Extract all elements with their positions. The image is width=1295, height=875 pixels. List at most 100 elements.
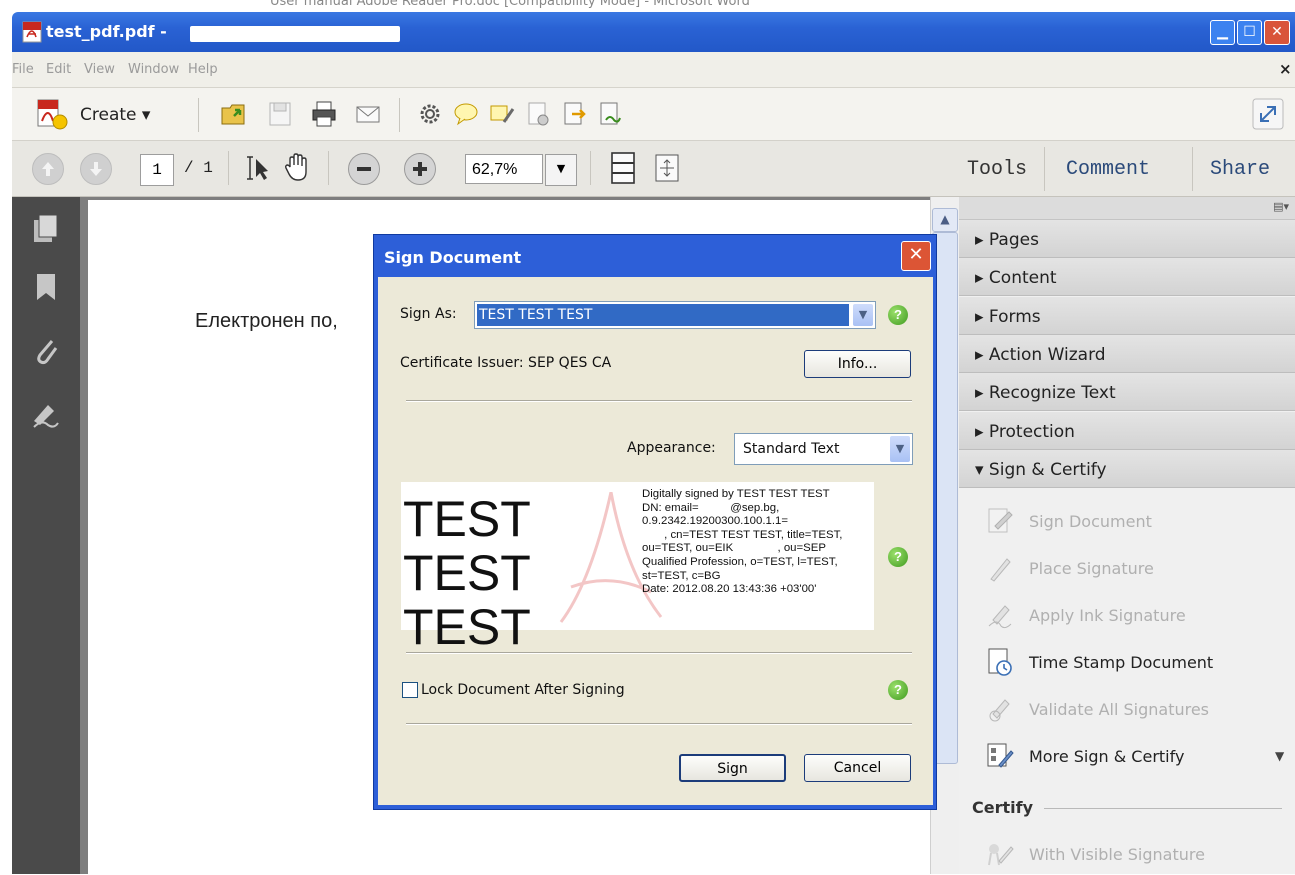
panel-label: ▸ Content	[975, 268, 1057, 288]
tool-time-stamp-document[interactable]: Time Stamp Document	[985, 643, 1285, 683]
toolbar-separator	[399, 98, 400, 132]
panel-sign-certify[interactable]: ▾ Sign & Certify	[959, 450, 1295, 488]
select-tool-icon[interactable]	[244, 153, 274, 183]
panel-label: ▸ Protection	[975, 422, 1075, 442]
adobe-pdf-icon	[22, 21, 42, 43]
chevron-down-icon[interactable]: ▼	[853, 304, 873, 326]
tool-label: Sign Document	[1029, 512, 1152, 531]
certificate-issuer: Certificate Issuer: SEP QES CA	[400, 355, 612, 371]
signature-preview: TEST TEST TEST Digitally signed by TEST …	[401, 482, 874, 654]
next-page-icon[interactable]	[80, 153, 112, 185]
dialog-title: Sign Document	[384, 248, 522, 267]
sign-as-value: TEST TEST TEST	[479, 307, 593, 323]
zoom-dropdown-icon[interactable]: ▼	[545, 154, 577, 186]
sign-icon[interactable]	[596, 100, 624, 128]
highlight-text-icon[interactable]	[488, 100, 516, 128]
panel-label: ▸ Action Wizard	[975, 345, 1106, 365]
appearance-select[interactable]: Standard Text ▼	[734, 433, 913, 465]
ink-pen-icon	[988, 605, 1012, 629]
dialog-divider	[406, 723, 912, 725]
panel-action-wizard[interactable]: ▸ Action Wizard	[959, 335, 1295, 373]
fit-page-icon[interactable]	[608, 151, 638, 185]
sign-button[interactable]: Sign	[679, 754, 786, 782]
zoom-level-input[interactable]: 62,7%	[465, 154, 543, 184]
page-number-input[interactable]: 1	[140, 154, 174, 186]
menu-edit[interactable]: Edit	[46, 62, 71, 77]
tool-apply-ink-signature[interactable]: Apply Ink Signature	[985, 596, 1285, 636]
tool-label: Apply Ink Signature	[1029, 606, 1186, 625]
panel-content[interactable]: ▸ Content	[959, 258, 1295, 296]
appearance-label: Appearance:	[627, 440, 716, 456]
navigation-pane	[12, 197, 80, 874]
tool-label: More Sign & Certify	[1029, 747, 1185, 766]
redact-icon[interactable]	[524, 100, 552, 128]
panel-label: ▸ Recognize Text	[975, 383, 1116, 403]
tab-comment[interactable]: Comment	[1066, 158, 1150, 181]
tool-more-sign-certify[interactable]: More Sign & Certify ▼	[985, 737, 1285, 777]
lock-document-label[interactable]: Lock Document After Signing	[421, 682, 625, 698]
hand-tool-icon[interactable]	[282, 151, 312, 183]
sign-as-select[interactable]: TEST TEST TEST ▼	[474, 301, 876, 329]
help-icon[interactable]: ?	[888, 305, 908, 325]
menu-window[interactable]: Window	[128, 62, 179, 77]
previous-page-icon[interactable]	[32, 153, 64, 185]
close-window-button[interactable]: ✕	[1264, 20, 1290, 45]
more-tools-icon	[987, 743, 1014, 768]
minimize-button[interactable]: ▁	[1210, 20, 1235, 45]
navigation-toolbar: 1 / 1 62,7% ▼ Tools Comment Share	[12, 141, 1295, 197]
title-bar: test_pdf.pdf - ▁ ☐ ✕	[12, 12, 1295, 52]
menu-view[interactable]: View	[84, 62, 115, 77]
tab-share[interactable]: Share	[1210, 158, 1270, 181]
email-icon[interactable]	[354, 100, 382, 128]
save-icon[interactable]	[266, 100, 294, 128]
panel-forms[interactable]: ▸ Forms	[959, 297, 1295, 335]
page-total: / 1	[184, 159, 213, 177]
tool-sign-document[interactable]: Sign Document	[985, 502, 1285, 542]
certify-divider	[1044, 808, 1282, 809]
print-icon[interactable]	[310, 100, 338, 128]
comment-icon[interactable]	[452, 100, 480, 128]
tool-with-visible-signature[interactable]: With Visible Signature	[985, 835, 1285, 875]
export-icon[interactable]	[560, 100, 588, 128]
create-pdf-icon[interactable]	[34, 97, 70, 131]
maximize-button[interactable]: ☐	[1237, 20, 1262, 45]
scroll-up-icon[interactable]: ▲	[932, 208, 958, 232]
chevron-down-icon[interactable]: ▼	[890, 436, 910, 462]
dialog-close-button[interactable]: ✕	[901, 241, 931, 271]
expand-icon[interactable]	[1252, 98, 1284, 130]
tool-validate-all-signatures[interactable]: Validate All Signatures	[985, 690, 1285, 730]
panel-pages[interactable]: ▸ Pages	[959, 220, 1295, 258]
preview-signer-name: TEST TEST TEST	[403, 491, 531, 655]
tool-label: With Visible Signature	[1029, 845, 1205, 864]
toolbar-separator	[228, 151, 229, 185]
tab-tools[interactable]: Tools	[967, 158, 1027, 181]
fit-width-icon[interactable]	[652, 152, 682, 184]
bookmarks-icon[interactable]	[28, 269, 64, 305]
panel-recognize-text[interactable]: ▸ Recognize Text	[959, 373, 1295, 411]
panel-label: ▸ Forms	[975, 307, 1041, 327]
page-thumbnails-icon[interactable]	[28, 211, 64, 247]
help-icon[interactable]: ?	[888, 547, 908, 567]
attachments-icon[interactable]	[28, 333, 64, 369]
background-window-strip: User manual Adobe Reader Pro.doc [Compat…	[0, 0, 1295, 12]
menu-file[interactable]: File	[12, 62, 34, 77]
help-icon[interactable]: ?	[888, 680, 908, 700]
window-title: test_pdf.pdf -	[46, 22, 167, 41]
close-document-icon[interactable]: ×	[1279, 60, 1292, 78]
cancel-button[interactable]: Cancel	[804, 754, 911, 782]
open-icon[interactable]	[220, 100, 248, 128]
info-button[interactable]: Info...	[804, 350, 911, 378]
settings-icon[interactable]	[416, 100, 444, 128]
menu-help[interactable]: Help	[188, 62, 218, 77]
lock-document-checkbox[interactable]	[402, 682, 418, 698]
tool-label: Place Signature	[1029, 559, 1154, 578]
create-menu-button[interactable]: Create ▾	[80, 105, 150, 125]
panel-protection[interactable]: ▸ Protection	[959, 412, 1295, 450]
tool-label: Time Stamp Document	[1029, 653, 1214, 672]
pane-options-icon[interactable]: ▤▾	[1273, 200, 1289, 213]
zoom-in-icon[interactable]	[404, 153, 436, 185]
zoom-out-icon[interactable]	[348, 153, 380, 185]
tool-place-signature[interactable]: Place Signature	[985, 549, 1285, 589]
panel-label: ▾ Sign & Certify	[975, 460, 1107, 480]
signatures-panel-icon[interactable]	[28, 397, 64, 433]
